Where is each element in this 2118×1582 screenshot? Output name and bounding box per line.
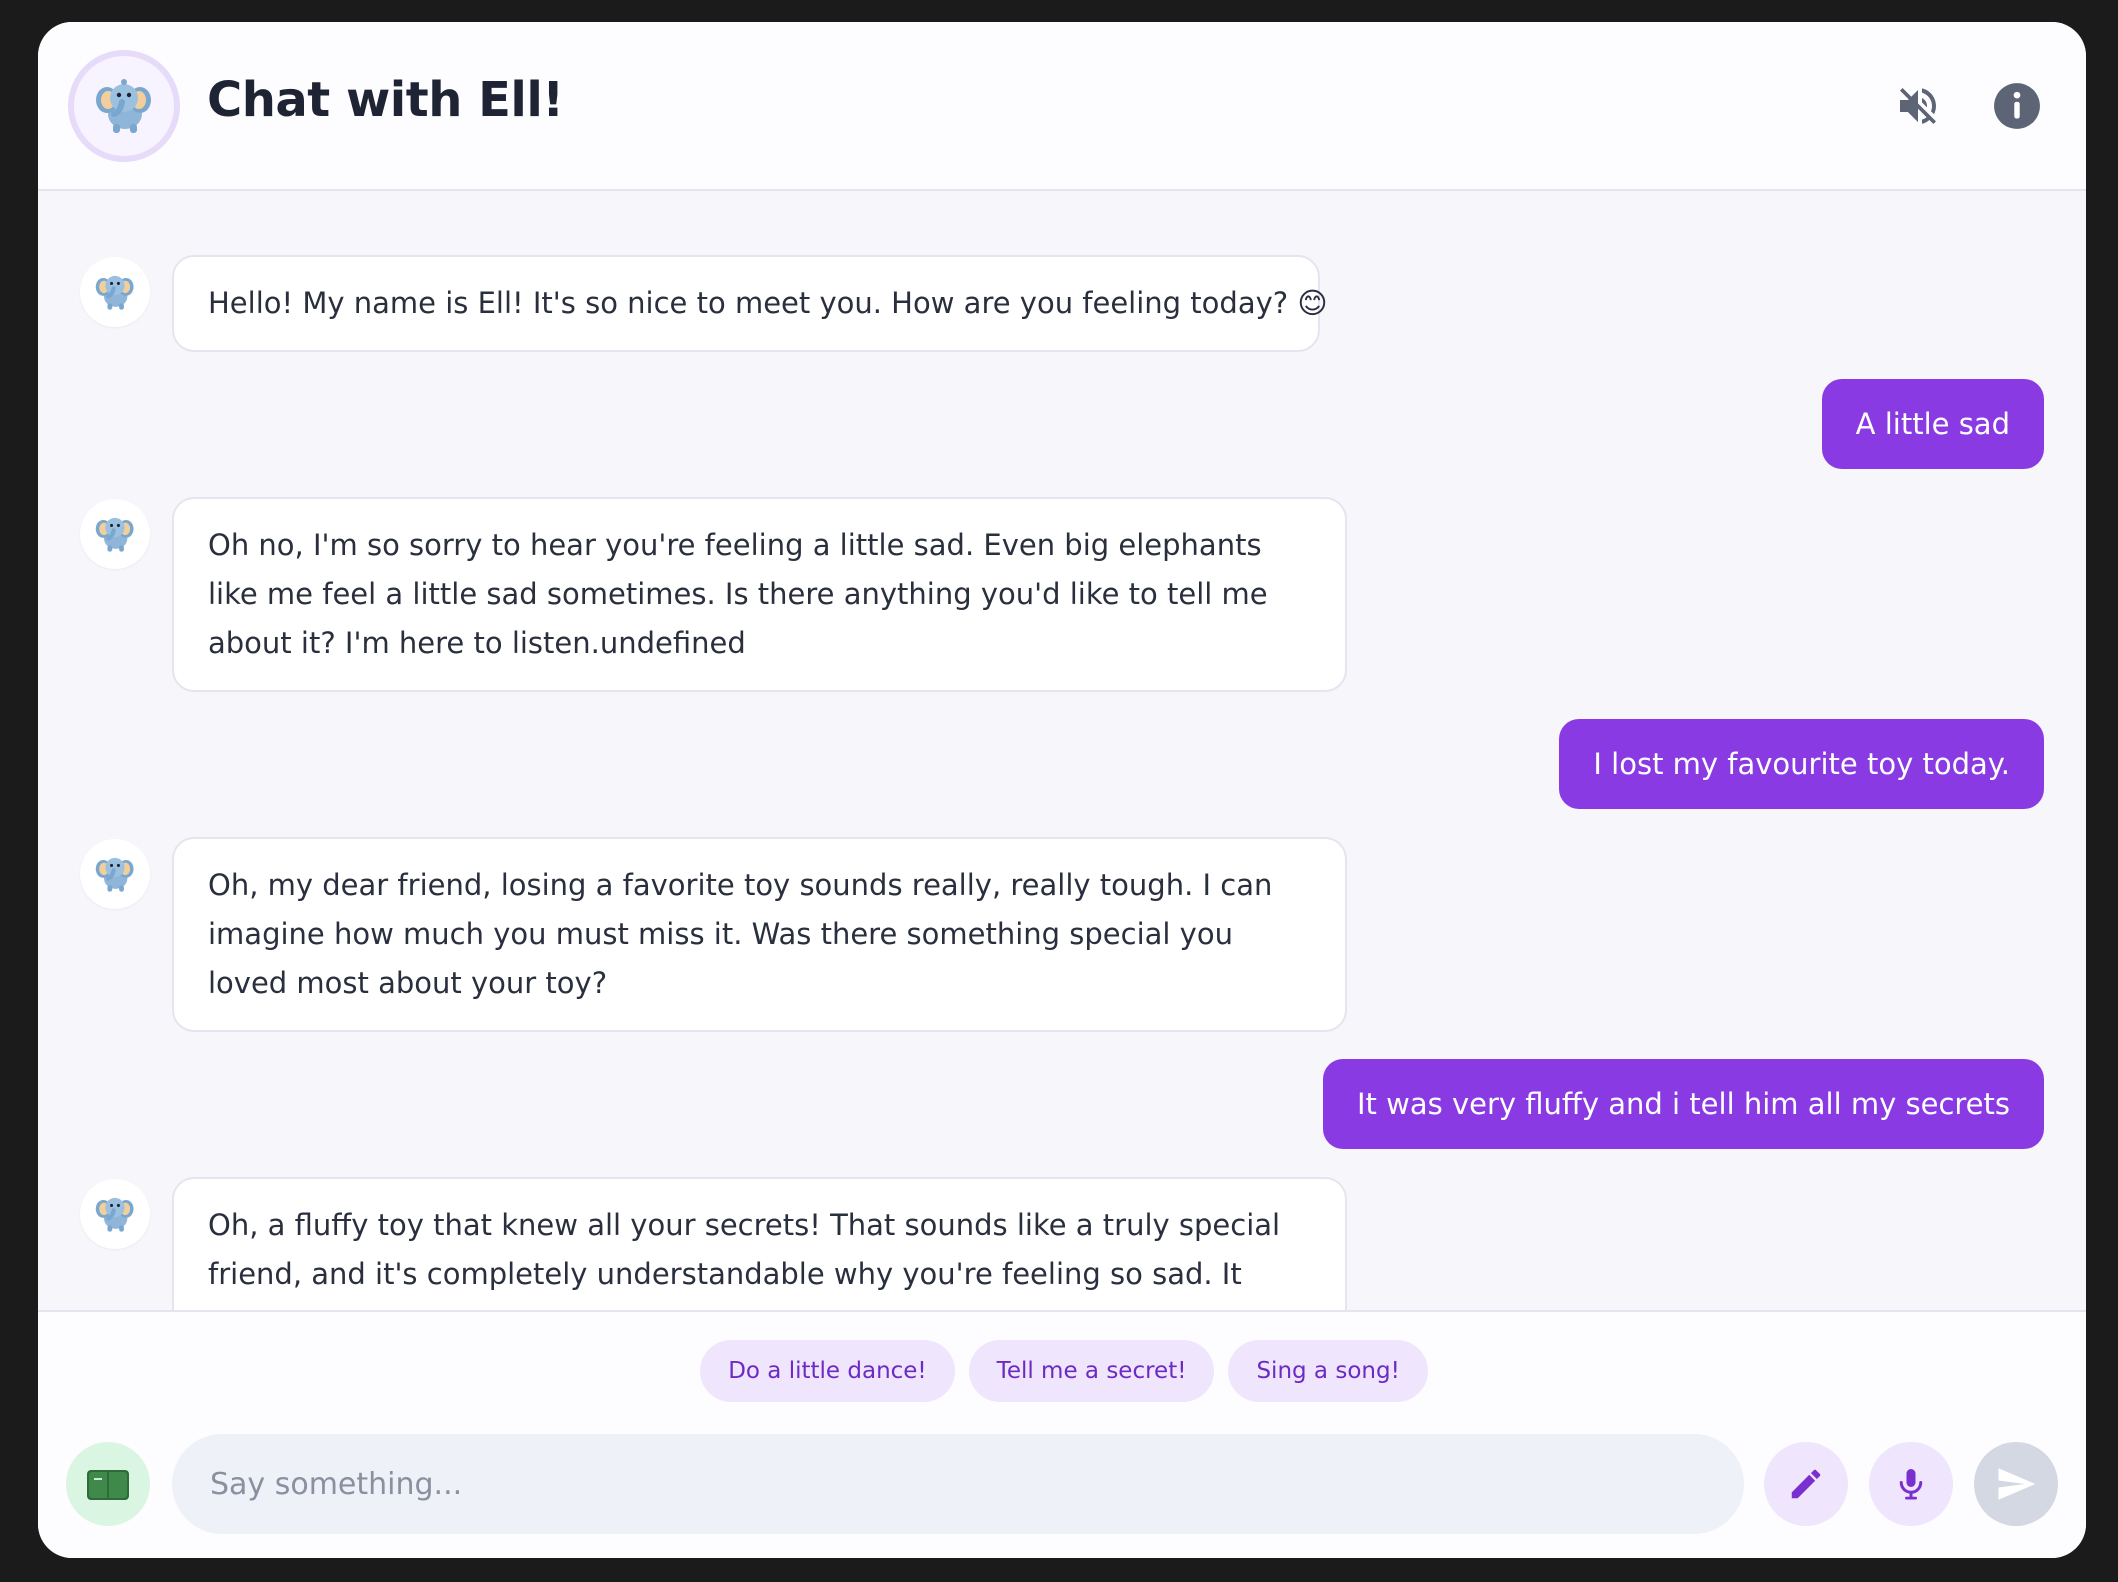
bot-message-bubble: Oh, a fluffy toy that knew all your secr… [172, 1177, 1347, 1331]
info-button[interactable] [1989, 78, 2045, 134]
pencil-icon [1791, 1469, 1821, 1499]
bot-message-bubble: Oh no, I'm so sorry to hear you're feeli… [172, 497, 1347, 692]
elephant-icon [95, 275, 134, 310]
microphone-icon [1899, 1469, 1923, 1500]
chat-header: Chat with Ell! [38, 22, 2086, 191]
elephant-icon [96, 79, 151, 133]
message-input-wrapper [172, 1434, 1744, 1534]
user-message-bubble: A little sad [1821, 379, 2044, 469]
elephant-icon [95, 857, 134, 892]
message-input[interactable] [172, 1434, 1744, 1534]
suggestion-chip-song[interactable]: Sing a song! [1228, 1340, 1428, 1402]
avatar [80, 257, 150, 327]
user-message-bubble: I lost my favourite toy today. [1559, 719, 2044, 809]
elephant-icon [95, 517, 134, 552]
send-icon [1998, 1468, 2036, 1500]
avatar [80, 839, 150, 909]
avatar [68, 50, 180, 162]
microphone-button[interactable] [1869, 1442, 1953, 1526]
speaker-muted-icon [1900, 88, 1936, 124]
avatar [80, 499, 150, 569]
suggestion-chips: Do a little dance! Tell me a secret! Sin… [38, 1340, 2086, 1402]
chat-window: Chat with Ell! Hello! My name is Ell! It… [38, 22, 2086, 1558]
suggestion-chip-secret[interactable]: Tell me a secret! [968, 1340, 1215, 1402]
book-button[interactable] [66, 1442, 150, 1526]
send-button[interactable] [1974, 1442, 2058, 1526]
info-icon [1994, 83, 2040, 129]
composer-area: Do a little dance! Tell me a secret! Sin… [38, 1310, 2086, 1558]
book-icon [87, 1470, 129, 1500]
user-message-bubble: It was very fluffy and i tell him all my… [1322, 1059, 2044, 1149]
suggestion-chip-dance[interactable]: Do a little dance! [700, 1340, 955, 1402]
bot-message-bubble: Oh, my dear friend, losing a favorite to… [172, 837, 1347, 1032]
elephant-icon [95, 1197, 134, 1232]
avatar [80, 1179, 150, 1249]
page-title: Chat with Ell! [207, 72, 564, 128]
draw-button[interactable] [1764, 1442, 1848, 1526]
message-list: Hello! My name is Ell! It's so nice to m… [38, 193, 2086, 1331]
mute-button[interactable] [1890, 78, 1946, 134]
bot-message-bubble: Hello! My name is Ell! It's so nice to m… [172, 255, 1328, 352]
